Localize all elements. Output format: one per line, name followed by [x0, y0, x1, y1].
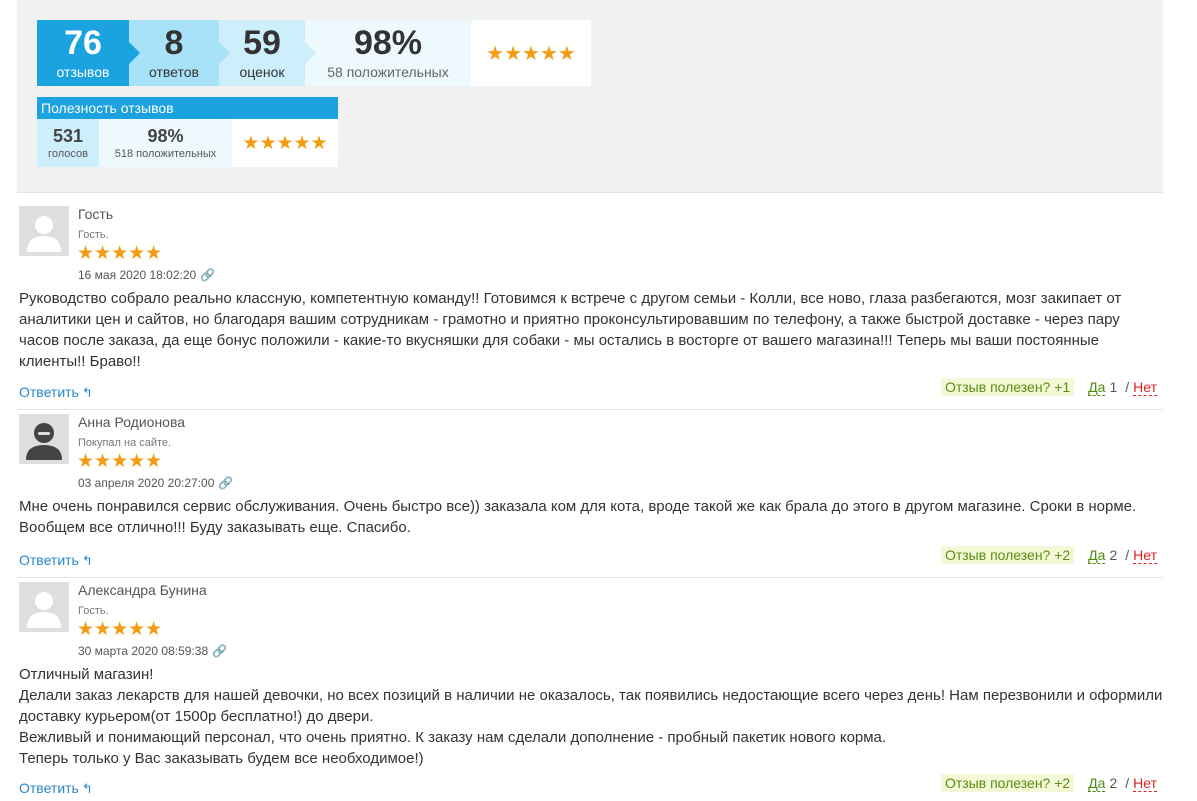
permalink-icon[interactable]: 🔗 — [200, 268, 215, 282]
review-rating-stars: ★★★★★ — [77, 243, 163, 264]
usefulness-stars-box: ★★★★★ — [232, 119, 338, 167]
positive-percent: 98% — [353, 24, 423, 62]
review-author-status: Гость. — [78, 229, 109, 241]
votes-label: голосов — [48, 147, 88, 160]
useful-score-badge: Отзыв полезен? +2 — [940, 774, 1075, 792]
review-usefulness: Отзыв полезен? +2 Да 2 / Нет — [940, 546, 1157, 564]
stat-positive: 98% 58 положительных — [305, 20, 471, 86]
avatar-placeholder-icon — [19, 206, 69, 256]
vote-count: 2 — [1109, 775, 1118, 791]
vote-count: 2 — [1109, 547, 1118, 563]
usefulness-box: Полезность отзывов 531 голосов 98% 518 п… — [37, 97, 338, 167]
usefulness-title: Полезность отзывов — [37, 97, 338, 119]
review-text: Руководство собрало реально классную, ко… — [19, 290, 1122, 370]
usefulness-votes: 531 голосов — [37, 119, 107, 167]
reply-arrow-icon: ↰ — [81, 781, 93, 796]
review-rating-stars: ★★★★★ — [77, 619, 163, 640]
vote-yes-link[interactable]: Да — [1088, 547, 1106, 564]
reviews-count: 76 — [64, 24, 102, 62]
review-date-text: 16 мая 2020 18:02:20 — [78, 268, 197, 282]
reviews-label: отзывов — [56, 64, 110, 80]
vote-no-link[interactable]: Нет — [1133, 379, 1157, 396]
answers-count: 8 — [164, 24, 184, 62]
vote-separator: / — [1125, 379, 1130, 395]
useful-score-badge: Отзыв полезен? +2 — [940, 546, 1075, 564]
ratings-count: 59 — [243, 24, 281, 62]
review-date: 03 апреля 2020 20:27:00 🔗 — [78, 476, 233, 490]
reply-label: Ответить — [19, 384, 79, 400]
reply-button[interactable]: Ответить ↰ — [19, 780, 93, 797]
vote-count: 1 — [1109, 379, 1118, 395]
review-divider — [17, 409, 1163, 410]
reply-arrow-icon: ↰ — [81, 385, 93, 400]
review-date: 30 марта 2020 08:59:38 🔗 — [78, 644, 227, 658]
avatar-placeholder-icon — [19, 582, 69, 632]
useful-score-badge: Отзыв полезен? +1 — [940, 378, 1075, 396]
avatar-user-icon — [19, 414, 69, 464]
review-usefulness: Отзыв полезен? +2 Да 2 / Нет — [940, 774, 1157, 792]
review-divider — [17, 577, 1163, 578]
votes-count: 531 — [52, 125, 84, 146]
vote-separator: / — [1125, 547, 1130, 563]
usefulness-row: 531 голосов 98% 518 положительных ★★★★★ — [37, 119, 338, 167]
review-author-status: Гость. — [78, 605, 109, 617]
stat-answers: 8 ответов — [129, 20, 230, 86]
review-date: 16 мая 2020 18:02:20 🔗 — [78, 268, 215, 282]
vote-no-link[interactable]: Нет — [1133, 547, 1157, 564]
reviews-summary-panel: 76 отзывов 8 ответов 59 оценок 98% 58 по… — [17, 0, 1163, 193]
review-item: Александра Бунина Гость. ★★★★★ 30 марта … — [17, 582, 1163, 801]
usefulness-percent: 98% — [147, 125, 184, 146]
permalink-icon[interactable]: 🔗 — [218, 476, 233, 490]
usefulness-stars: ★★★★★ — [242, 132, 328, 154]
review-rating-stars: ★★★★★ — [77, 451, 163, 472]
reply-label: Ответить — [19, 552, 79, 568]
vote-yes-link[interactable]: Да — [1088, 379, 1106, 396]
overall-rating-stars: ★★★★★ — [486, 42, 576, 65]
review-author: Александра Бунина — [78, 582, 207, 598]
reply-button[interactable]: Ответить ↰ — [19, 384, 93, 401]
review-item: Анна Родионова Покупал на сайте. ★★★★★ 0… — [17, 414, 1163, 578]
review-item: Гость Гость. ★★★★★ 16 мая 2020 18:02:20 🔗… — [17, 206, 1163, 410]
review-text: Мне очень понравился сервис обслуживания… — [19, 498, 1137, 536]
review-text: Отличный магазин! Делали заказ лекарств … — [19, 666, 1163, 767]
answers-label: ответов — [149, 64, 199, 80]
vote-no-link[interactable]: Нет — [1133, 775, 1157, 792]
reply-label: Ответить — [19, 780, 79, 796]
positive-label: 58 положительных — [327, 64, 449, 80]
permalink-icon[interactable]: 🔗 — [212, 644, 227, 658]
stats-row: 76 отзывов 8 ответов 59 оценок 98% 58 по… — [37, 20, 591, 86]
review-usefulness: Отзыв полезен? +1 Да 1 / Нет — [940, 378, 1157, 396]
ratings-label: оценок — [239, 64, 285, 80]
review-author: Гость — [78, 206, 114, 222]
stat-ratings: 59 оценок — [219, 20, 316, 86]
stat-stars: ★★★★★ — [471, 20, 591, 86]
review-date-text: 03 апреля 2020 20:27:00 — [78, 476, 215, 490]
vote-yes-link[interactable]: Да — [1088, 775, 1106, 792]
review-date-text: 30 марта 2020 08:59:38 — [78, 644, 209, 658]
stat-reviews: 76 отзывов — [37, 20, 140, 86]
review-author: Анна Родионова — [78, 414, 186, 430]
reply-arrow-icon: ↰ — [81, 553, 93, 568]
usefulness-positive-label: 518 положительных — [114, 147, 217, 160]
reply-button[interactable]: Ответить ↰ — [19, 552, 93, 569]
usefulness-positive: 98% 518 положительных — [99, 119, 232, 167]
vote-separator: / — [1125, 775, 1130, 791]
review-author-status: Покупал на сайте. — [78, 437, 172, 449]
